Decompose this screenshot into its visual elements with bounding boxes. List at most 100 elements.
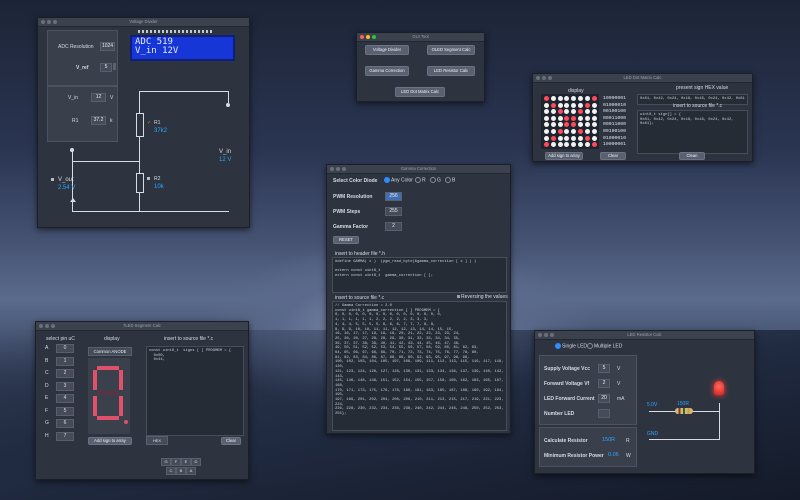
matrix-dot[interactable] bbox=[557, 135, 563, 141]
number-led-input[interactable] bbox=[598, 409, 610, 418]
pin-value-selector[interactable]: 2 bbox=[56, 369, 74, 378]
matrix-dot[interactable] bbox=[571, 96, 577, 101]
seven-seg-source-text[interactable]: const uint8_t signs [ ] PROGMEM = { 0x00… bbox=[146, 346, 244, 436]
matrix-dot[interactable] bbox=[550, 102, 556, 108]
matrix-dot[interactable] bbox=[591, 142, 597, 148]
pin-value-selector[interactable]: 1 bbox=[56, 356, 74, 366]
matrix-dot[interactable] bbox=[584, 115, 590, 121]
add-sign-button[interactable]: Add sign to array bbox=[88, 437, 132, 445]
led-dot-matrix-button[interactable]: LED Dot Matrix Calc bbox=[395, 87, 445, 97]
matrix-dot[interactable] bbox=[591, 129, 597, 134]
segment-f[interactable] bbox=[93, 370, 97, 390]
matrix-dot[interactable] bbox=[550, 109, 556, 115]
oled-segment-calc-button[interactable]: OLED Segment Calc bbox=[427, 45, 475, 55]
matrix-dot[interactable] bbox=[557, 109, 563, 115]
matrix-dot[interactable] bbox=[557, 142, 563, 148]
segment-letter-button[interactable]: C bbox=[166, 467, 176, 475]
matrix-dot[interactable] bbox=[544, 115, 549, 121]
matrix-dot[interactable] bbox=[544, 122, 549, 128]
matrix-dot[interactable] bbox=[544, 96, 549, 101]
matrix-dot[interactable] bbox=[557, 129, 563, 134]
matrix-dot[interactable] bbox=[571, 115, 577, 121]
matrix-dot[interactable] bbox=[544, 109, 549, 115]
matrix-dot[interactable] bbox=[591, 135, 597, 141]
vin-input[interactable]: 12 bbox=[91, 93, 106, 102]
matrix-dot[interactable] bbox=[564, 142, 570, 148]
matrix-dot[interactable] bbox=[578, 109, 583, 115]
led-matrix-grid[interactable] bbox=[541, 94, 599, 149]
voltage-divider-button[interactable]: Voltage Divider bbox=[365, 45, 409, 55]
segment-d[interactable] bbox=[97, 416, 119, 420]
matrix-dot[interactable] bbox=[557, 96, 563, 101]
matrix-dot[interactable] bbox=[591, 96, 597, 101]
matrix-dot[interactable] bbox=[578, 115, 583, 121]
source-code-text[interactable]: // Gamma Correction = 2.0 const uint8_t … bbox=[332, 301, 507, 431]
reverse-values-checkbox[interactable]: Reversing the values bbox=[457, 294, 508, 300]
pin-value-selector[interactable]: 6 bbox=[56, 419, 74, 428]
segment-letter-button[interactable]: D bbox=[191, 458, 201, 466]
matrix-dot[interactable] bbox=[564, 115, 570, 121]
matrix-dot[interactable] bbox=[591, 115, 597, 121]
clear-button[interactable]: Clear bbox=[600, 152, 626, 160]
gamma-correction-button[interactable]: Gamma Correction bbox=[365, 66, 409, 76]
pwm-steps-input[interactable]: 255 bbox=[385, 207, 402, 216]
vref-input[interactable]: 5 bbox=[100, 63, 112, 72]
clear-button[interactable]: Clear bbox=[221, 437, 241, 445]
matrix-dot[interactable] bbox=[571, 109, 577, 115]
matrix-dot[interactable] bbox=[550, 122, 556, 128]
matrix-dot[interactable] bbox=[557, 102, 563, 108]
segment-dp[interactable] bbox=[124, 420, 128, 424]
header-code-text[interactable]: #define GAMMA( x ) (pgm_read_byte(&gamma… bbox=[332, 257, 507, 293]
add-sign-button[interactable]: Add sign to array bbox=[545, 152, 583, 160]
segment-letter-button[interactable]: G bbox=[161, 458, 171, 466]
forward-current-input[interactable]: 20 bbox=[598, 394, 610, 403]
pin-value-selector[interactable]: 4 bbox=[56, 394, 74, 403]
matrix-dot[interactable] bbox=[584, 102, 590, 108]
reset-button[interactable]: RESET bbox=[333, 236, 359, 244]
diode-option-any[interactable]: Any Color bbox=[384, 177, 413, 183]
r1-input[interactable]: 37.2 bbox=[91, 116, 106, 125]
segment-c[interactable] bbox=[119, 396, 123, 416]
matrix-dot[interactable] bbox=[571, 135, 577, 141]
segment-e[interactable] bbox=[93, 396, 97, 416]
matrix-dot[interactable] bbox=[578, 102, 583, 108]
matrix-dot[interactable] bbox=[578, 96, 583, 101]
matrix-dot[interactable] bbox=[578, 129, 583, 134]
forward-voltage-input[interactable]: 2 bbox=[598, 379, 610, 388]
diode-option-r[interactable]: R bbox=[415, 177, 426, 183]
pin-value-selector[interactable]: 5 bbox=[56, 406, 74, 416]
diode-option-g[interactable]: G bbox=[430, 177, 441, 183]
supply-voltage-input[interactable]: 5 bbox=[598, 364, 610, 373]
matrix-dot[interactable] bbox=[571, 142, 577, 148]
matrix-dot[interactable] bbox=[571, 122, 577, 128]
matrix-dot[interactable] bbox=[557, 122, 563, 128]
matrix-dot[interactable] bbox=[571, 102, 577, 108]
matrix-dot[interactable] bbox=[584, 135, 590, 141]
vout-checkbox[interactable] bbox=[51, 178, 54, 181]
matrix-dot[interactable] bbox=[584, 122, 590, 128]
matrix-dot[interactable] bbox=[584, 142, 590, 148]
r2-checkbox[interactable] bbox=[147, 177, 150, 180]
hex-output[interactable]: HEX bbox=[146, 436, 168, 445]
matrix-dot[interactable] bbox=[571, 129, 577, 134]
single-led-radio[interactable]: Single LED bbox=[555, 343, 587, 349]
seven-segment-display[interactable] bbox=[88, 358, 130, 434]
matrix-dot[interactable] bbox=[591, 122, 597, 128]
dot-matrix-source-text[interactable]: uint8_t sign[] = { 0x81, 0x42, 0x24, 0x1… bbox=[637, 110, 748, 154]
multiple-led-radio[interactable]: Multiple LED bbox=[587, 343, 622, 349]
matrix-dot[interactable] bbox=[564, 96, 570, 101]
matrix-dot[interactable] bbox=[544, 135, 549, 141]
matrix-dot[interactable] bbox=[564, 122, 570, 128]
pin-value-selector[interactable]: 7 bbox=[56, 431, 74, 441]
matrix-dot[interactable] bbox=[557, 115, 563, 121]
pwm-resolution-input[interactable]: 256 bbox=[385, 192, 402, 201]
matrix-dot[interactable] bbox=[544, 129, 549, 134]
segment-letter-button[interactable]: B bbox=[176, 467, 186, 475]
matrix-dot[interactable] bbox=[550, 129, 556, 134]
matrix-dot[interactable] bbox=[550, 96, 556, 101]
matrix-dot[interactable] bbox=[591, 102, 597, 108]
segment-letter-button[interactable]: A bbox=[186, 467, 196, 475]
pin-value-selector[interactable]: 0 bbox=[56, 344, 74, 353]
matrix-dot[interactable] bbox=[550, 142, 556, 148]
segment-a[interactable] bbox=[97, 366, 119, 370]
